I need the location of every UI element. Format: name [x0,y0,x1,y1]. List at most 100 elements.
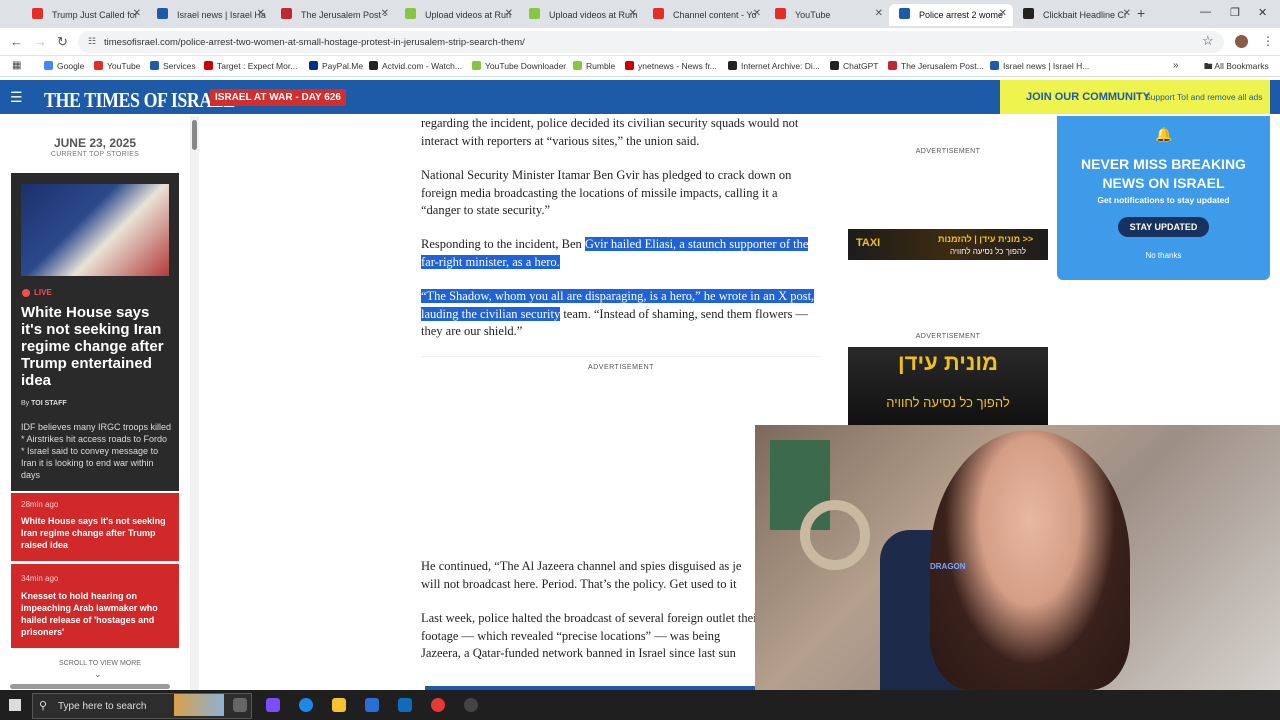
browser-tab[interactable]: YouTube ✕ [765,4,889,26]
chevron-down-icon[interactable]: ⌄ [94,669,102,680]
bookmark-label: Target : Expect Mor... [217,61,298,71]
url-text[interactable]: timesofisrael.com/police-arrest-two-wome… [104,37,525,48]
horizontal-scrollbar[interactable] [10,684,170,689]
browser-tab[interactable]: Upload videos at Rum ✕ [519,4,643,26]
taxi-ad-heading: מונית עידן | להזמנות >> [938,234,1034,244]
close-tab-icon[interactable]: ✕ [753,8,761,19]
bookmark-item[interactable]: YouTube [94,61,140,71]
tab-favicon-icon [405,8,416,19]
hamburger-menu-icon[interactable]: ☰ [10,89,23,106]
bookmark-label: Internet Archive: Di... [741,61,820,71]
sidebar-scrollbar-thumb[interactable] [192,120,197,150]
edge-icon[interactable] [299,698,313,712]
featured-story-headline[interactable]: White House says it's not seeking Iran r… [21,304,173,389]
browser-tab[interactable]: Israel news | Israel Ha ✕ [147,4,271,26]
story-title[interactable]: White House says it's not seeking Iran r… [21,515,171,551]
browser-menu-icon[interactable]: ⋮ [1262,34,1274,48]
browser-tab[interactable]: Police arrest 2 wome ✕ [889,4,1013,26]
bookmark-item[interactable]: ynetnews - News fr... [625,61,717,71]
minimize-icon[interactable]: — [1200,6,1211,18]
new-tab-button[interactable]: + [1137,5,1145,21]
outlook-icon[interactable] [398,698,412,712]
browser-tab[interactable]: Upload videos at Run ✕ [395,4,519,26]
chrome-icon[interactable] [431,698,445,712]
scroll-to-view-more[interactable]: SCROLL TO VIEW MORE [10,660,190,667]
join-community-title[interactable]: JOIN OUR COMMUNITY [1026,91,1150,103]
bookmark-label: The Jerusalem Post... [901,61,984,71]
bookmark-item[interactable]: Israel news | Israel H... [990,61,1089,71]
copilot-icon[interactable] [266,698,280,712]
close-tab-icon[interactable]: ✕ [257,8,265,19]
tab-label: Trump Just Called for [52,10,138,20]
stay-updated-button[interactable]: STAY UPDATED [1118,217,1209,237]
bookmark-favicon-icon [309,61,318,70]
popup-title: NEVER MISS BREAKING NEWS ON ISRAEL [1081,156,1246,191]
taskbar-search-placeholder[interactable]: Type here to search [58,701,146,712]
close-tab-icon[interactable]: ✕ [875,8,883,19]
all-bookmarks[interactable]: 🖿 All Bookmarks [1204,61,1269,75]
back-icon[interactable]: ← [10,34,23,49]
apps-icon[interactable]: ▦ [12,60,21,71]
windows-start-icon[interactable] [9,699,21,711]
bookmark-item[interactable]: PayPal.Me [309,61,363,71]
reload-icon[interactable]: ↻ [57,34,68,50]
bookmark-label: YouTube Downloader [485,61,567,71]
task-view-icon[interactable] [233,698,247,712]
bookmark-item[interactable]: The Jerusalem Post... [888,61,984,71]
featured-story-photo[interactable] [21,184,169,276]
sidebar-scrollbar[interactable] [190,116,199,690]
close-tab-icon[interactable]: ✕ [133,8,141,19]
close-tab-icon[interactable]: ✕ [505,8,513,19]
browser-tab[interactable]: Clickbait Headline Cr ✕ [1013,4,1137,26]
bookmark-favicon-icon [573,61,582,70]
browser-tab[interactable]: The Jerusalem Post - ✕ [271,4,395,26]
close-window-icon[interactable]: ✕ [1258,6,1267,19]
profile-avatar[interactable] [1235,35,1248,48]
search-highlight-image[interactable] [174,694,224,716]
close-tab-icon[interactable]: ✕ [1123,8,1131,19]
bookmark-item[interactable]: Actvid.com - Watch... [369,61,462,71]
bookmark-item[interactable]: Target : Expect Mor... [204,61,297,71]
advertisement-label: ADVERTISEMENT [915,333,981,340]
obs-icon[interactable] [464,698,478,712]
more-bookmarks-icon[interactable]: » [1173,60,1179,71]
story-card[interactable]: 34min ago Knesset to hold hearing on imp… [11,564,179,648]
taxi-ad-logo: TAXI [856,237,881,249]
bookmark-favicon-icon [728,61,737,70]
file-explorer-icon[interactable] [332,698,346,712]
no-thanks-link[interactable]: No thanks [1062,251,1265,260]
war-day-badge[interactable]: ISRAEL AT WAR - DAY 626 [210,89,346,106]
site-info-icon[interactable]: ☷ [88,36,96,47]
bookmark-item[interactable]: YouTube Downloader [472,61,566,71]
bookmark-item[interactable]: Google [44,61,84,71]
byline-author[interactable]: TOI STAFF [31,400,67,407]
bookmark-item[interactable]: Services [150,61,196,71]
bookmark-label: Rumble [586,61,616,71]
maximize-icon[interactable]: ❐ [1230,6,1240,19]
streamer [930,430,1130,690]
story-time: 34min ago [21,574,59,583]
paragraph-text: Responding to the incident, Ben [421,237,585,251]
story-card[interactable]: 28min ago White House says it's not seek… [11,493,179,561]
story-title[interactable]: Knesset to hold hearing on impeaching Ar… [21,590,171,638]
join-community-subtitle[interactable]: Support ToI and remove all ads [1145,92,1263,102]
advertisement-label: ADVERTISEMENT [915,148,981,155]
site-logo[interactable]: THE TIMES OF ISRAEL [44,88,235,113]
divider [421,356,821,357]
paragraph-text: He continued, “The Al Jazeera channel an… [421,559,742,591]
bookmark-star-icon[interactable]: ☆ [1202,33,1214,49]
tab-label: Upload videos at Rum [549,10,638,20]
close-tab-icon[interactable]: ✕ [381,8,389,19]
browser-tab[interactable]: Channel content - Yo ✕ [643,4,767,26]
bookmark-label: ChatGPT [843,61,879,71]
bookmark-label: PayPal.Me [322,61,364,71]
close-tab-icon[interactable]: ✕ [629,8,637,19]
store-icon[interactable] [365,698,379,712]
close-tab-icon[interactable]: ✕ [999,8,1007,19]
bookmark-label: Israel news | Israel H... [1003,61,1090,71]
bookmark-item[interactable]: Internet Archive: Di... [728,61,820,71]
browser-tab[interactable]: Trump Just Called for ✕ [22,4,147,26]
bookmark-item[interactable]: Rumble [573,61,615,71]
bookmark-item[interactable]: ChatGPT [830,61,878,71]
forward-icon[interactable]: → [34,34,47,49]
